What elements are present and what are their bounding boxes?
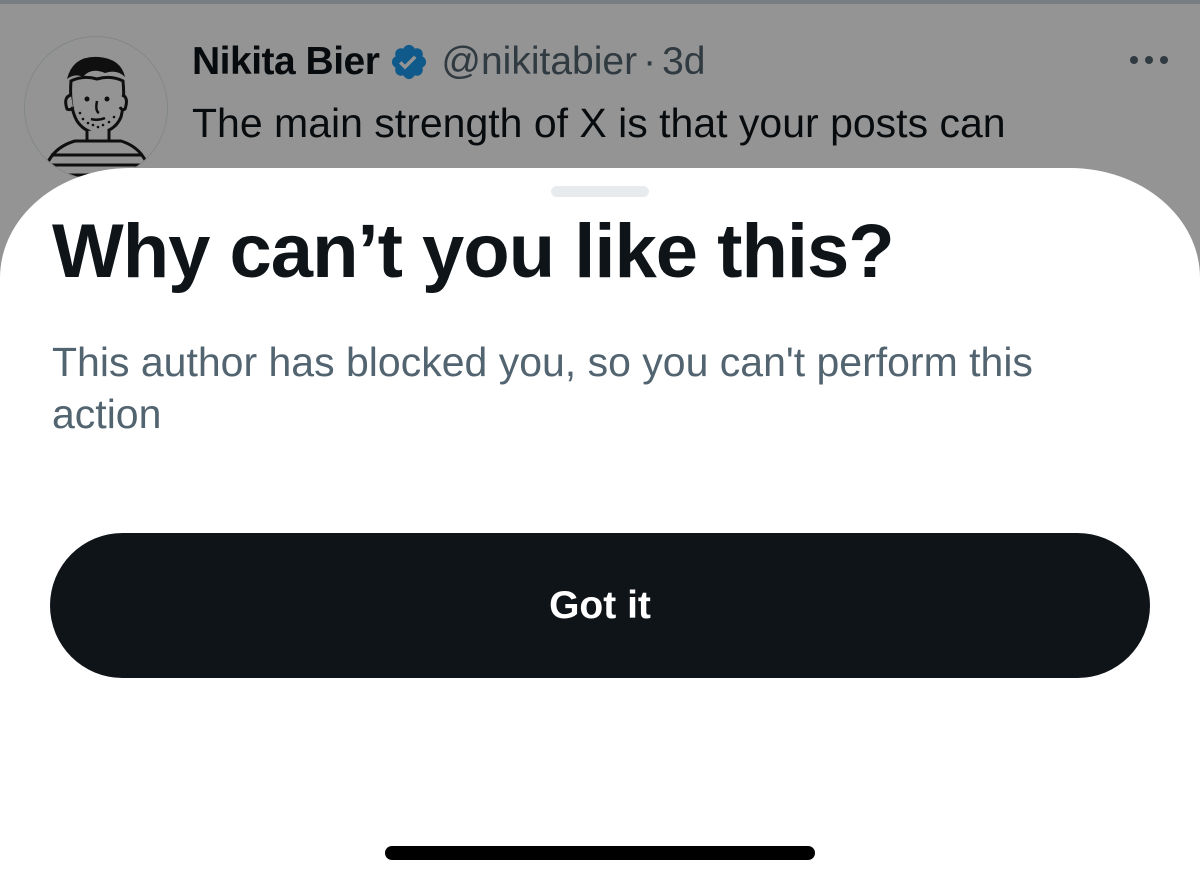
sheet-description: This author has blocked you, so you can'… (52, 339, 1033, 437)
got-it-button[interactable]: Got it (50, 533, 1150, 678)
home-indicator[interactable] (385, 846, 815, 860)
bottom-sheet: Why can’t you like this? This author has… (0, 168, 1200, 883)
sheet-title: Why can’t you like this? (52, 209, 895, 294)
sheet-grabber[interactable] (551, 186, 649, 197)
